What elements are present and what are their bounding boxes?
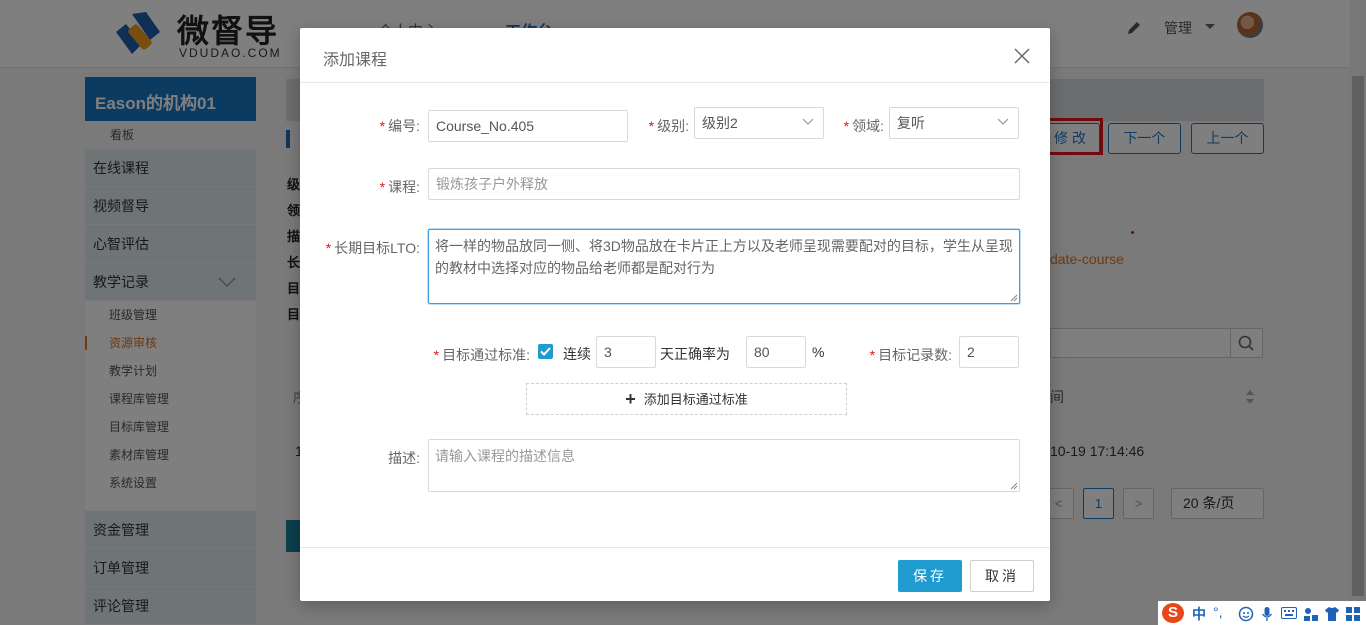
toolbox-icon[interactable] [1303, 606, 1319, 622]
percent-sign: % [812, 344, 825, 360]
dialog-title: 添加课程 [323, 52, 388, 69]
consecutive-days-input[interactable]: 3 [596, 336, 656, 368]
microphone-icon[interactable] [1261, 606, 1273, 622]
desc-label: 描述: [388, 450, 420, 466]
plus-icon: + [625, 389, 636, 409]
level-label: * 级别: [648, 118, 689, 134]
lto-textarea[interactable]: 将一样的物品放同一侧、将3D物品放在卡片正上方以及老师呈现需要配对的目标，学生从… [428, 229, 1020, 304]
course-label: * 课程: [379, 179, 420, 195]
add-criteria-button[interactable]: + 添加目标通过标准 [526, 383, 847, 415]
lto-label: * 长期目标LTO: [325, 240, 420, 256]
lto-text: 将一样的物品放同一侧、将3D物品放在卡片正上方以及老师呈现需要配对的目标，学生从… [435, 238, 1013, 276]
save-button[interactable]: 保存 [898, 560, 962, 592]
accuracy-label: 天正确率为 [660, 346, 730, 362]
dialog-header: 添加课程 [300, 28, 1050, 83]
domain-select[interactable]: 复听 [889, 107, 1019, 139]
add-criteria-label: 添加目标通过标准 [643, 392, 748, 407]
ime-logo-icon[interactable]: S [1162, 603, 1184, 623]
criteria-label: * 目标通过标准: [433, 347, 530, 363]
consecutive-label: 连续 [563, 346, 591, 362]
dialog-footer: 保存 取消 [300, 547, 1050, 601]
add-course-dialog: 添加课程 * 编号: Course_No.405 * 级别: 级别2 * 领域: 复听… [300, 28, 1050, 601]
keyboard-icon[interactable] [1281, 607, 1297, 619]
ime-toolbar: S 中 °, [1158, 601, 1366, 625]
level-select[interactable]: 级别2 [694, 107, 824, 139]
record-count-input[interactable]: 2 [959, 336, 1019, 368]
course-input[interactable]: 锻炼孩子户外释放 [428, 168, 1020, 200]
resize-grip-icon[interactable] [1010, 482, 1018, 490]
chevron-down-icon [802, 118, 814, 125]
criteria-checkbox[interactable] [538, 344, 553, 359]
level-value: 级别2 [702, 115, 738, 131]
domain-value: 复听 [897, 115, 925, 131]
desc-placeholder: 请输入课程的描述信息 [435, 448, 575, 464]
code-input[interactable]: Course_No.405 [428, 110, 628, 142]
resize-grip-icon[interactable] [1010, 294, 1018, 302]
skin-shirt-icon[interactable] [1324, 606, 1340, 622]
domain-label: * 领域: [843, 118, 884, 134]
record-count-label: * 目标记录数: [869, 347, 952, 363]
ime-punctuation-toggle[interactable]: °, [1213, 604, 1223, 620]
ime-language-toggle[interactable]: 中 [1192, 604, 1206, 624]
check-icon [540, 347, 551, 356]
chevron-down-icon [997, 118, 1009, 125]
accuracy-input[interactable]: 80 [746, 336, 806, 368]
cancel-button[interactable]: 取消 [970, 560, 1034, 592]
close-icon[interactable] [1012, 46, 1032, 66]
code-label: * 编号: [379, 118, 420, 134]
grid-menu-icon[interactable] [1345, 606, 1361, 622]
emoji-icon[interactable] [1238, 606, 1254, 622]
desc-textarea[interactable]: 请输入课程的描述信息 [428, 439, 1020, 492]
